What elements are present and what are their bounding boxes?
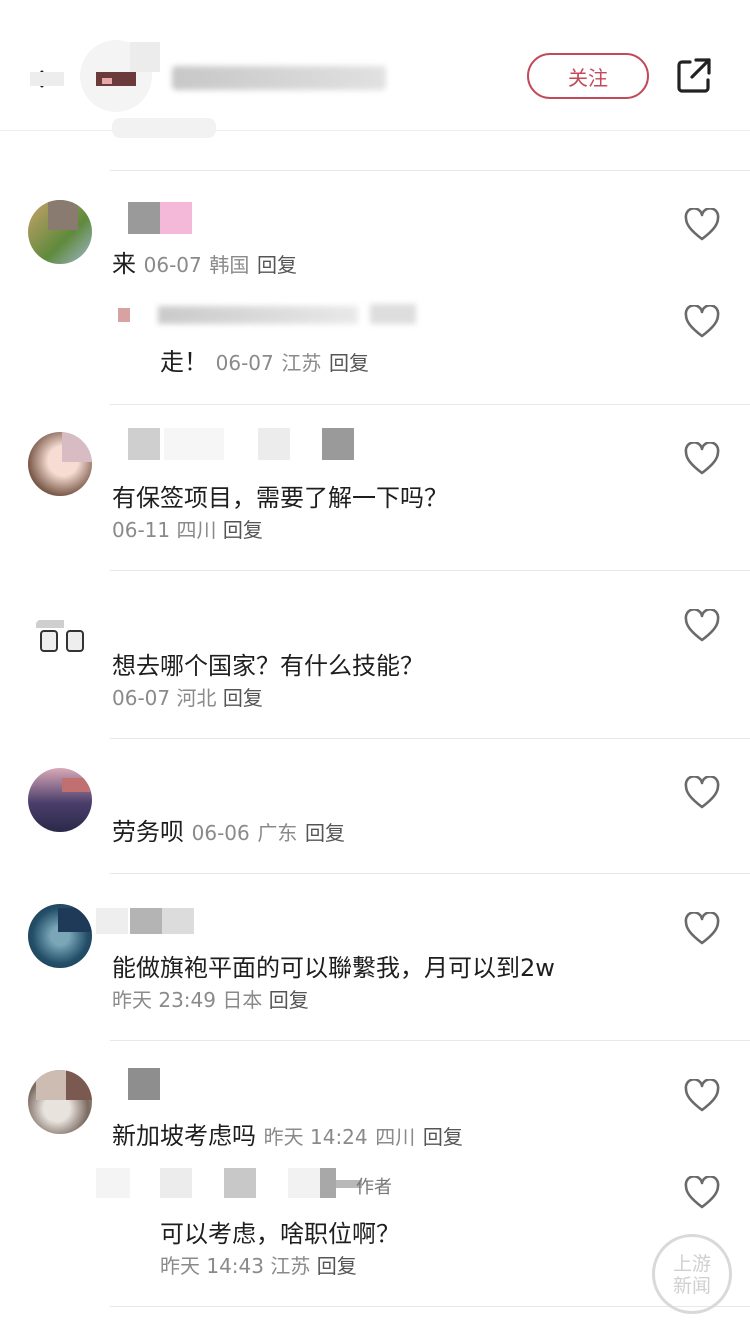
comment-location: 四川	[375, 1125, 416, 1149]
comment-date: 06-11	[112, 518, 171, 542]
comment-text: 有保签项目，需要了解一下吗？	[112, 484, 448, 512]
like-heart-icon[interactable]	[684, 442, 720, 476]
comment-meta: 06-11 四川 回复	[112, 514, 263, 543]
comment-row: 走！ 06-07 江苏 回复	[160, 342, 369, 377]
sub-reply-username-redacted[interactable]: 作者	[96, 1168, 416, 1200]
avatar[interactable]	[28, 1070, 92, 1134]
author-name-redacted[interactable]	[172, 66, 386, 90]
comment-location: 河北	[176, 686, 217, 710]
pixelated-block	[130, 42, 160, 72]
like-heart-icon[interactable]	[684, 208, 720, 242]
avatar[interactable]	[28, 432, 92, 496]
watermark-line1: 上游	[672, 1253, 711, 1275]
like-heart-icon[interactable]	[684, 305, 720, 339]
reply-button[interactable]: 回复	[223, 686, 263, 710]
like-heart-icon[interactable]	[684, 912, 720, 946]
like-heart-icon[interactable]	[684, 1176, 720, 1210]
comment-date: 昨天 14:43	[160, 1254, 264, 1278]
divider	[110, 1040, 750, 1041]
reply-button[interactable]: 回复	[305, 821, 345, 845]
comment-text: 劳务呗	[112, 818, 184, 846]
like-heart-icon[interactable]	[684, 1079, 720, 1113]
comment-location: 四川	[176, 518, 217, 542]
username-redacted[interactable]	[128, 1068, 160, 1102]
comment-location: 江苏	[281, 351, 322, 375]
comment-meta: 06-07 河北 回复	[112, 682, 263, 711]
comment-location: 广东	[257, 821, 298, 845]
reply-button[interactable]: 回复	[257, 253, 297, 277]
comment-meta: 昨天 23:49 日本 回复	[112, 984, 309, 1013]
pixelated-block	[112, 118, 216, 138]
avatar[interactable]	[28, 768, 92, 832]
comment-date: 昨天 23:49	[112, 988, 216, 1012]
comment-text: 能做旗袍平面的可以聯繫我，月可以到2w	[112, 954, 555, 982]
comment-meta: 昨天 14:43 江苏 回复	[160, 1250, 357, 1279]
reply-button[interactable]: 回复	[317, 1254, 357, 1278]
divider	[110, 570, 750, 571]
reply-button[interactable]: 回复	[423, 1125, 463, 1149]
reply-button[interactable]: 回复	[269, 988, 309, 1012]
comment-date: 06-07	[143, 253, 202, 277]
watermark-logo: 上游 新闻	[652, 1234, 732, 1314]
comment-location: 日本	[222, 988, 263, 1012]
comment-date: 06-06	[191, 821, 250, 845]
comment-date: 昨天 14:24	[263, 1125, 368, 1149]
divider	[110, 404, 750, 405]
divider	[110, 873, 750, 874]
comment-date: 06-07	[112, 686, 171, 710]
comment-text: 可以考虑，啥职位啊？	[160, 1220, 400, 1248]
divider	[110, 738, 750, 739]
like-heart-icon[interactable]	[684, 776, 720, 810]
share-icon[interactable]	[676, 56, 712, 94]
watermark-line2: 新闻	[672, 1275, 711, 1297]
reply-button[interactable]: 回复	[223, 518, 263, 542]
comment-text: 新加坡考虑吗	[112, 1122, 256, 1150]
comment-row: 来 06-07 韩国 回复	[112, 244, 297, 279]
username-redacted[interactable]	[96, 908, 194, 942]
avatar[interactable]	[28, 612, 92, 676]
username-redacted[interactable]	[128, 428, 354, 462]
comment-date: 06-07	[215, 351, 274, 375]
divider	[110, 1306, 750, 1307]
sub-reply-username-redacted[interactable]	[118, 302, 418, 328]
pixelated-block	[30, 72, 64, 86]
comment-text: 来	[112, 250, 136, 278]
comment-location: 江苏	[270, 1254, 311, 1278]
reply-button[interactable]: 回复	[329, 351, 369, 375]
comment-location: 韩国	[209, 253, 250, 277]
divider	[110, 170, 750, 171]
follow-button[interactable]: 关注	[527, 53, 649, 99]
comment-text: 走！	[160, 348, 208, 376]
comment-row: 新加坡考虑吗 昨天 14:24 四川 回复	[112, 1116, 463, 1151]
author-tag: 作者	[356, 1177, 392, 1198]
comment-row: 劳务呗 06-06 广东 回复	[112, 812, 345, 847]
like-heart-icon[interactable]	[684, 609, 720, 643]
username-redacted[interactable]	[128, 202, 192, 236]
comment-text: 想去哪个国家？有什么技能？	[112, 652, 424, 680]
avatar[interactable]	[28, 200, 92, 264]
avatar[interactable]	[28, 904, 92, 968]
